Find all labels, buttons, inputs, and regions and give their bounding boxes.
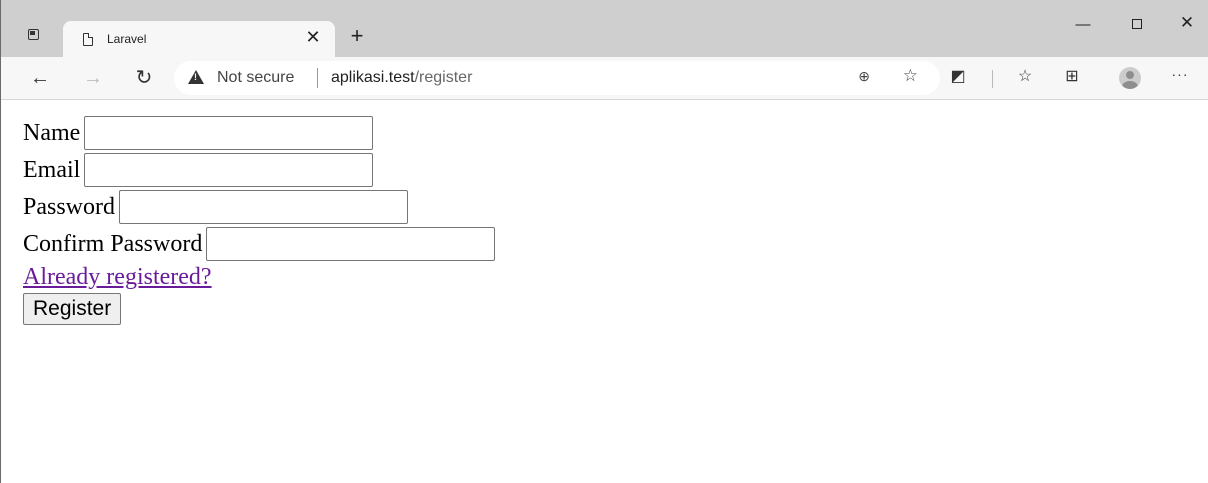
browser-tab[interactable]: Laravel ✕	[63, 21, 335, 57]
url-text[interactable]: aplikasi.test/register	[331, 69, 472, 87]
email-input[interactable]	[84, 152, 374, 187]
new-tab-button[interactable]: +	[345, 23, 369, 49]
reload-button[interactable]: ↻	[130, 64, 158, 92]
add-favorite-icon[interactable]: ☆	[903, 66, 918, 86]
name-label: Name	[23, 119, 81, 146]
email-label: Email	[23, 156, 81, 183]
browser-window: Laravel ✕ + — ✕ ← → ↻ Not secure aplikas…	[0, 0, 1208, 483]
confirm-password-input[interactable]	[206, 226, 496, 261]
name-input[interactable]	[84, 115, 374, 150]
extensions-icon[interactable]: ◩	[947, 66, 969, 86]
minimize-button[interactable]: —	[1063, 16, 1103, 33]
already-registered-link[interactable]: Already registered?	[23, 264, 212, 291]
more-options-icon[interactable]: ···	[1169, 66, 1191, 82]
address-divider	[317, 68, 318, 88]
toolbar-divider	[992, 70, 993, 88]
close-tab-icon[interactable]: ✕	[303, 27, 323, 48]
zoom-icon[interactable]: ⊕	[858, 68, 870, 85]
name-row: Name	[23, 114, 495, 151]
maximize-button[interactable]	[1117, 16, 1157, 33]
page-icon	[83, 33, 93, 46]
register-form: Name Email Password Confirm Password Alr…	[23, 114, 496, 325]
password-input[interactable]	[119, 189, 409, 224]
confirm-password-label: Confirm Password	[23, 230, 203, 257]
url-host: aplikasi.test	[331, 69, 415, 86]
close-window-button[interactable]: ✕	[1167, 13, 1207, 33]
tab-actions-icon[interactable]	[28, 29, 39, 40]
register-button[interactable]: Register	[23, 293, 122, 325]
submit-row: Register	[23, 293, 495, 325]
url-path: /register	[414, 69, 473, 86]
password-row: Password	[23, 188, 495, 225]
back-button[interactable]: ←	[26, 64, 54, 92]
password-label: Password	[23, 193, 116, 220]
profile-avatar-icon[interactable]	[1119, 67, 1141, 89]
address-bar[interactable]: Not secure aplikasi.test/register ⊕ ☆	[174, 61, 940, 95]
security-status[interactable]: Not secure	[217, 69, 294, 87]
tab-title: Laravel	[107, 32, 147, 46]
forward-button[interactable]: →	[79, 64, 107, 92]
warning-icon[interactable]	[188, 70, 204, 84]
email-row: Email	[23, 151, 495, 188]
confirm-password-row: Confirm Password	[23, 225, 496, 262]
login-link-row: Already registered?	[23, 262, 495, 293]
browser-toolbar: ← → ↻ Not secure aplikasi.test/register …	[1, 57, 1208, 100]
title-bar: Laravel ✕ + — ✕	[1, 0, 1208, 57]
collections-icon[interactable]: ⊞	[1061, 66, 1083, 86]
maximize-icon	[1132, 19, 1142, 29]
favorites-icon[interactable]: ☆	[1014, 66, 1036, 86]
